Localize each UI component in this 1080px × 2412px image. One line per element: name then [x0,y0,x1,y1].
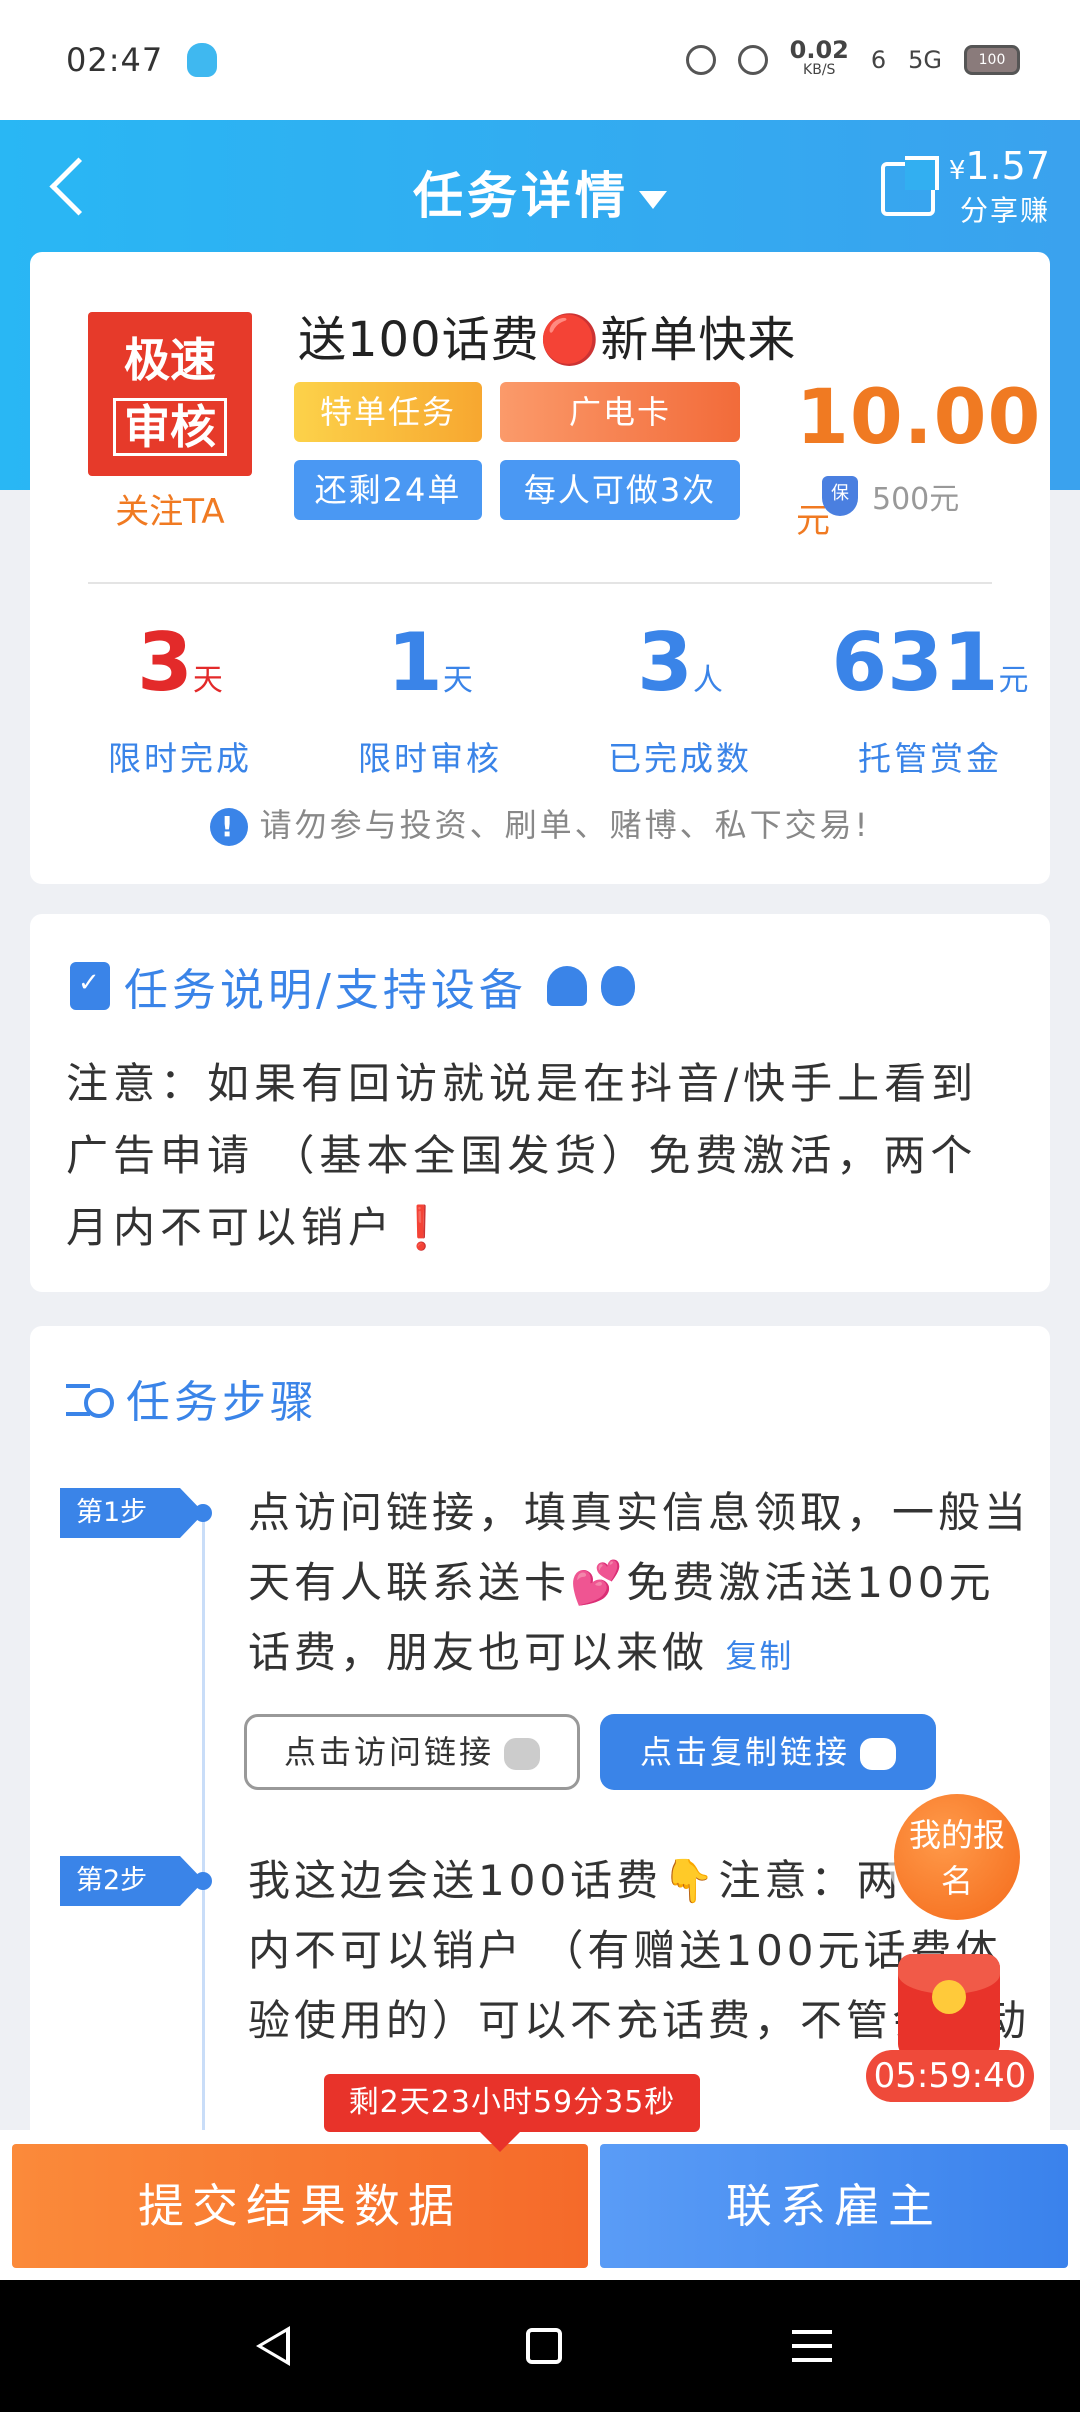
dropdown-caret-icon [639,190,667,209]
copy-text-link[interactable]: 复制 [725,1637,793,1675]
clipboard-icon [70,962,110,1010]
red-packet-icon[interactable] [898,1954,1000,2058]
divider [88,582,992,584]
alarm-icon [737,45,768,75]
task-summary-card: 极速 审核 关注TA 送100话费🔴新单快来 特单任务 广电卡 还剩24单 每人… [30,252,1050,884]
section-title-description: 任务说明/支持设备 [70,954,635,1018]
tag-remaining: 还剩24单 [294,460,482,520]
apple-icon [600,966,635,1006]
red-packet-timer: 05:59:40 [866,2050,1034,2102]
deposit-info: 保 500元 [822,474,959,518]
nav-menu-icon[interactable] [792,2330,832,2362]
copy-link-button[interactable]: 点击复制链接 [600,1714,936,1790]
task-description-card: 任务说明/支持设备 注意：如果有回访就说是在抖音/快手上看到广告申请 （基本全国… [30,914,1050,1292]
hand-pointer-icon [504,1738,540,1770]
battery-icon: 100 [964,45,1020,75]
network-type: 5G [908,46,942,74]
qq-icon [187,43,218,77]
status-time: 02:47 [66,41,164,79]
stat-time-limit: 3天 限时完成 [108,616,252,779]
tag-per-person: 每人可做3次 [500,460,740,520]
section-title-steps: 任务步骤 [66,1366,318,1430]
notification-icon [685,45,716,75]
nav-back-icon[interactable] [256,2326,290,2366]
tag-special-task: 特单任务 [294,382,482,442]
list-search-icon [66,1378,114,1418]
bottom-action-bar: 提交结果数据 联系雇主 [0,2130,1080,2280]
task-description: 注意：如果有回访就说是在抖音/快手上看到广告申请 （基本全国发货）免费激活，两个… [66,1059,979,1252]
step-badge-1: 第1步 [60,1488,204,1538]
step-dot-2 [194,1872,212,1890]
steps-timeline [202,1516,205,2156]
system-nav-bar [0,2280,1080,2412]
tag-card-type: 广电卡 [500,382,740,442]
sim-indicator: 6 [870,46,887,74]
warning-notice: ! 请勿参与投资、刷单、赌博、私下交易! [30,800,1050,846]
my-signup-button[interactable]: 我的报名 [894,1794,1020,1920]
submit-results-button[interactable]: 提交结果数据 [12,2144,588,2268]
android-icon [546,966,587,1006]
task-reward: 10.00元 [796,372,1042,541]
guarantee-shield-icon: 保 [822,476,858,516]
share-icon [880,161,935,216]
status-icons: 0.02 KB/S 6 5G 100 [685,36,1020,80]
step-dot-1 [194,1504,212,1522]
contact-employer-button[interactable]: 联系雇主 [600,2144,1068,2268]
task-steps-card: 任务步骤 第1步 点访问链接，填真实信息领取，一般当天有人联系送卡💕免费激活送1… [30,1326,1050,2156]
nav-home-icon[interactable] [526,2328,562,2364]
stat-completed: 3人 已完成数 [608,616,752,779]
stat-escrow: 631元 托管赏金 [831,616,1029,779]
status-bar: 02:47 0.02 KB/S 6 5G 100 [0,0,1080,120]
share-earn-button[interactable]: ¥1.57 分享赚 [880,146,1050,231]
task-title: 送100话费🔴新单快来 [298,312,797,368]
info-icon: ! [209,808,248,846]
deadline-countdown: 剩2天23小时59分35秒 [324,2074,700,2152]
publisher-logo[interactable]: 极速 审核 [88,312,252,476]
hand-pointer-icon [860,1738,896,1770]
step-badge-2: 第2步 [60,1856,204,1906]
follow-button[interactable]: 关注TA [88,484,252,533]
net-speed: 0.02 KB/S [789,36,849,78]
top-nav: 任务详情 ¥1.57 分享赚 [0,120,1080,252]
stat-review-limit: 1天 限时审核 [358,616,502,779]
step-text-1: 点访问链接，填真实信息领取，一般当天有人联系送卡💕免费激活送100元话费，朋友也… [248,1488,1031,1677]
visit-link-button[interactable]: 点击访问链接 [244,1714,580,1790]
